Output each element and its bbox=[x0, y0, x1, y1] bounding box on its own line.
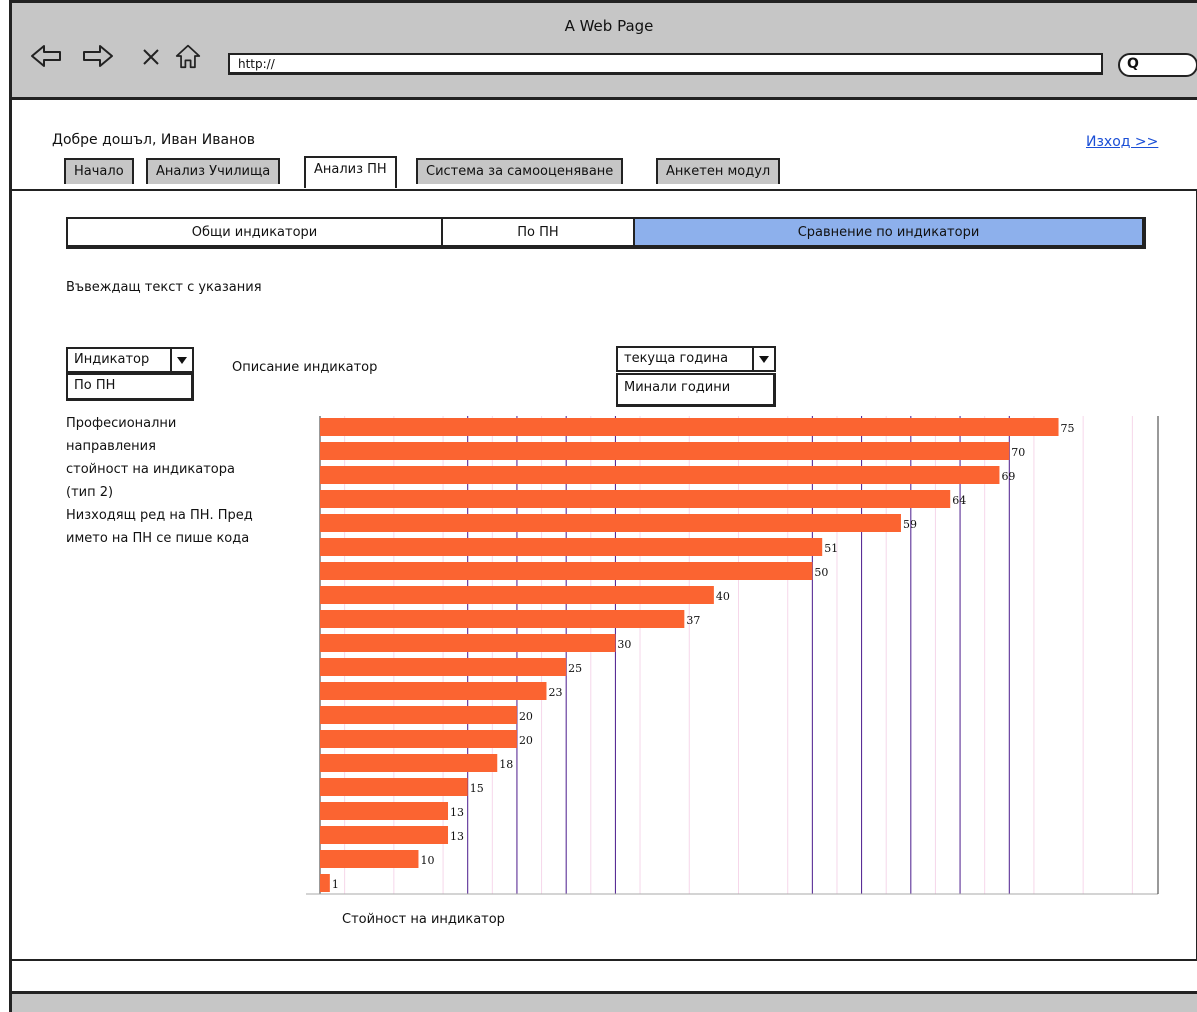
bar-data-label: 23 bbox=[548, 686, 562, 699]
back-icon[interactable] bbox=[30, 43, 62, 69]
bar-data-label: 25 bbox=[568, 662, 582, 675]
bar-data-label: 1 bbox=[332, 878, 339, 891]
chart-bar bbox=[320, 658, 567, 676]
bar-data-label: 20 bbox=[519, 710, 533, 723]
chart-bar bbox=[320, 514, 901, 532]
bar-data-label: 59 bbox=[903, 518, 917, 531]
bar-data-label: 75 bbox=[1061, 422, 1075, 435]
year-select-value: текуща година bbox=[624, 351, 729, 366]
bar-data-label: 40 bbox=[716, 590, 730, 603]
horizontal-scrollbar[interactable] bbox=[12, 991, 1197, 1012]
chart-bar bbox=[320, 490, 951, 508]
bar-data-label: 13 bbox=[450, 806, 464, 819]
sub-tabs: Общи индикатори По ПН Сравнение по индик… bbox=[66, 217, 1146, 249]
bar-data-label: 51 bbox=[824, 542, 838, 555]
note-line: направления bbox=[66, 439, 156, 454]
url-input[interactable]: http:// bbox=[228, 53, 1103, 75]
tab-pn-analysis[interactable]: Анализ ПН bbox=[304, 156, 397, 188]
chart-notes: Професионални направления стойност на ин… bbox=[66, 412, 306, 550]
x-axis-label: Стойност на индикатор bbox=[342, 912, 505, 927]
chart-bar bbox=[320, 610, 685, 628]
chart-bar bbox=[320, 682, 547, 700]
bar-data-label: 30 bbox=[617, 638, 631, 651]
indicator-option[interactable]: По ПН bbox=[66, 373, 194, 401]
indicator-select[interactable]: Индикатор bbox=[66, 347, 194, 373]
chevron-down-icon[interactable] bbox=[752, 348, 774, 370]
window-title: A Web Page bbox=[564, 17, 654, 35]
subtab-compare-indicators[interactable]: Сравнение по индикатори bbox=[635, 219, 1142, 245]
indicator-bar-chart: 75 70 69 64 59 51 50 40 37 30 25 23 20 20 18 15 13 13 10 1 bbox=[306, 416, 1159, 895]
bar-data-label: 69 bbox=[1001, 470, 1015, 483]
chart-bar bbox=[320, 802, 449, 820]
bar-data-label: 64 bbox=[952, 494, 966, 507]
logout-link[interactable]: Изход >> bbox=[1086, 134, 1158, 150]
tab-survey-module[interactable]: Анкетен модул bbox=[656, 158, 781, 184]
chart-bar bbox=[320, 634, 616, 652]
chart-bar bbox=[320, 706, 517, 724]
bar-data-label: 50 bbox=[814, 566, 828, 579]
bar-data-label: 20 bbox=[519, 734, 533, 747]
search-button[interactable]: Q bbox=[1118, 53, 1197, 77]
chart-bar bbox=[320, 778, 468, 796]
chart-bar bbox=[320, 850, 419, 868]
subtab-general-indicators[interactable]: Общи индикатори bbox=[68, 219, 443, 245]
tab-school-analysis[interactable]: Анализ Училища bbox=[146, 158, 281, 184]
chart-bar bbox=[320, 874, 330, 892]
bar-data-label: 15 bbox=[470, 782, 484, 795]
bar-data-label: 70 bbox=[1011, 446, 1025, 459]
chart-bar bbox=[320, 586, 714, 604]
browser-chrome: A Web Page http:// Q bbox=[12, 3, 1197, 100]
chart-bar bbox=[320, 562, 813, 580]
chart-bar bbox=[320, 826, 449, 844]
tab-self-assessment[interactable]: Система за самооценяване bbox=[416, 158, 624, 184]
year-select[interactable]: текуща година bbox=[616, 346, 776, 372]
chart-bar bbox=[320, 538, 823, 556]
chart-bar bbox=[320, 442, 1010, 460]
home-icon[interactable] bbox=[172, 43, 204, 69]
welcome-text: Добре дошъл, Иван Иванов bbox=[52, 132, 256, 148]
note-line: стойност на индикатора bbox=[66, 462, 235, 477]
chart-bar bbox=[320, 730, 517, 748]
indicator-select-value: Индикатор bbox=[74, 352, 150, 367]
chart-bar bbox=[320, 754, 498, 772]
indicator-description: Описание индикатор bbox=[232, 360, 378, 375]
note-line: името на ПН се пише кода bbox=[66, 531, 250, 546]
year-option[interactable]: Минали години bbox=[616, 373, 776, 407]
bar-data-label: 10 bbox=[420, 854, 434, 867]
chevron-down-icon[interactable] bbox=[170, 349, 192, 371]
year-option-label: Минали години bbox=[624, 380, 731, 395]
close-icon[interactable] bbox=[140, 43, 162, 69]
intro-text: Въвеждащ текст с указания bbox=[66, 280, 262, 295]
note-line: (тип 2) bbox=[66, 485, 114, 500]
url-text: http:// bbox=[238, 57, 275, 71]
search-icon: Q bbox=[1127, 56, 1139, 72]
bar-data-label: 37 bbox=[686, 614, 700, 627]
chart-bar bbox=[320, 466, 1000, 484]
note-line: Низходящ ред на ПН. Пред bbox=[66, 508, 253, 523]
indicator-option-label: По ПН bbox=[74, 378, 116, 393]
bar-data-label: 18 bbox=[499, 758, 513, 771]
forward-icon[interactable] bbox=[82, 43, 114, 69]
chart-bar bbox=[320, 418, 1059, 436]
bar-data-label: 13 bbox=[450, 830, 464, 843]
tab-home[interactable]: Начало bbox=[64, 158, 134, 184]
note-line: Професионални bbox=[66, 416, 177, 431]
subtab-by-pn[interactable]: По ПН bbox=[443, 219, 635, 245]
